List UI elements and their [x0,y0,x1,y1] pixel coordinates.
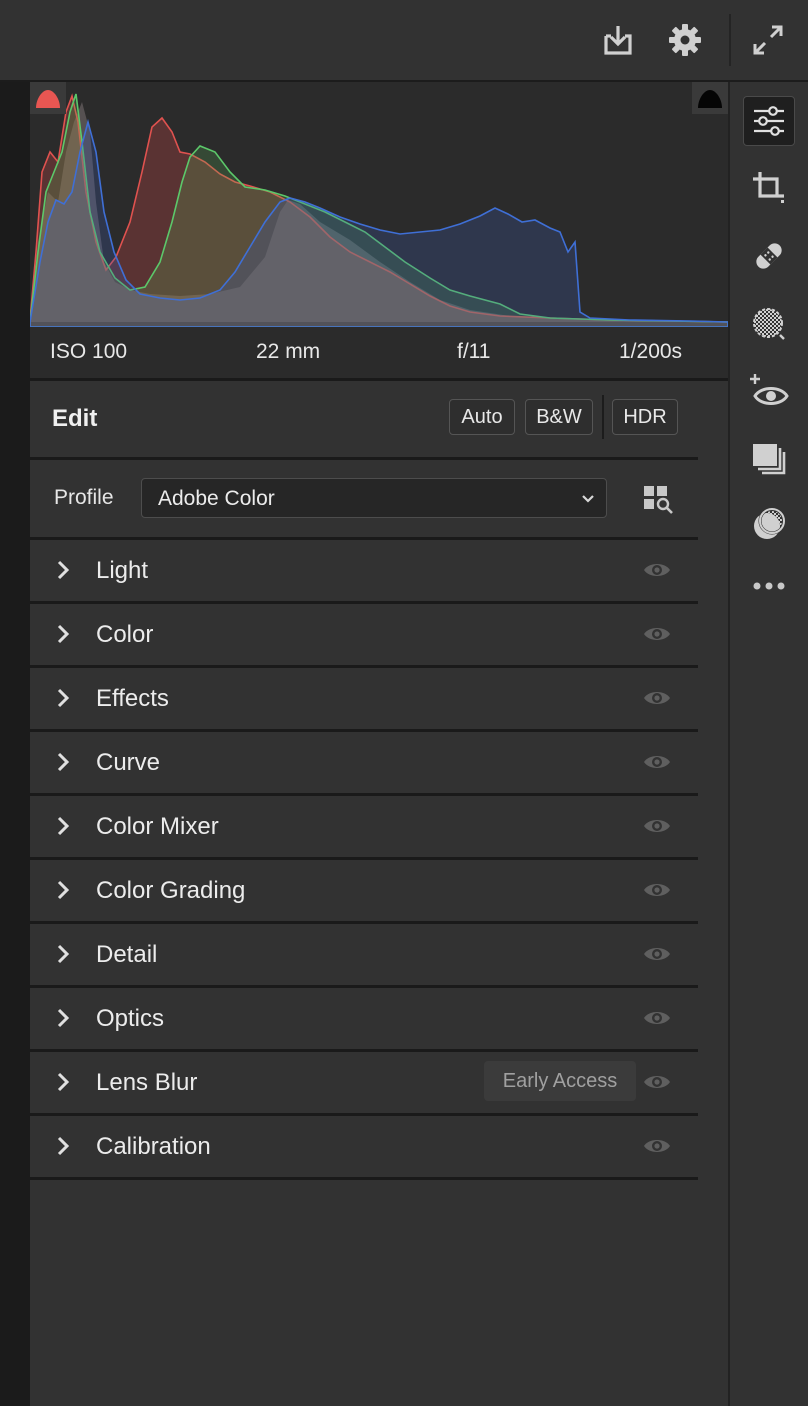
fullscreen-icon [753,25,783,55]
shadow-clipping-toggle[interactable] [30,82,66,114]
exif-info: ISO 100 22 mm f/11 1/200s [30,332,728,372]
healing-icon [756,243,782,269]
panel-color-grading[interactable]: Color Grading [30,860,698,924]
visibility-eye-icon[interactable] [642,688,672,708]
panel-color-mixer[interactable]: Color Mixer [30,796,698,860]
visibility-eye-icon[interactable] [642,1072,672,1092]
panel-title: Light [96,557,149,584]
histogram: ISO 100 22 mm f/11 1/200s [30,82,728,381]
iso-value: ISO 100 [50,340,128,363]
crop-icon [753,172,784,203]
bw-button[interactable]: B&W [525,399,593,435]
more-tools-button[interactable] [744,562,794,610]
chevron-right-icon [57,816,70,836]
presets-tool-button[interactable] [744,434,794,482]
panel-lens-blur[interactable]: Lens Blur Early Access [30,1052,698,1116]
chevron-right-icon [57,752,70,772]
panel-effects[interactable]: Effects [30,668,698,732]
profile-label: Profile [54,486,114,509]
panel-curve[interactable]: Curve [30,732,698,796]
edit-header: Edit Auto B&W HDR [30,381,698,460]
highlight-clipping-toggle[interactable] [692,82,728,114]
edit-button-divider [602,395,604,439]
aperture-value: f/11 [457,340,491,363]
fullscreen-button[interactable] [746,18,790,62]
panel-detail[interactable]: Detail [30,924,698,988]
panel-optics[interactable]: Optics [30,988,698,1052]
chevron-right-icon [57,688,70,708]
chevron-right-icon [57,944,70,964]
visibility-eye-icon[interactable] [642,1008,672,1028]
chevron-right-icon [57,624,70,644]
profile-browser-icon[interactable] [642,484,676,516]
masking-icon [753,308,785,340]
panel-title: Effects [96,685,169,712]
histogram-graph [30,93,728,327]
panel-title: Curve [96,749,161,776]
highlight-clipping-icon [698,90,722,108]
chevron-right-icon [57,1136,70,1156]
chevron-right-icon [57,560,70,580]
edit-tool-button[interactable] [743,96,795,146]
panel-color[interactable]: Color [30,604,698,668]
snapshot-icon [754,507,786,539]
panel-title: Lens Blur [96,1069,198,1096]
visibility-eye-icon[interactable] [642,752,672,772]
filmstrip-edge [0,82,30,1406]
shadow-clipping-icon [36,90,60,108]
hdr-button[interactable]: HDR [612,399,678,435]
visibility-eye-icon[interactable] [642,944,672,964]
profile-section: Profile Adobe Color [30,460,698,540]
snapshot-tool-button[interactable] [744,500,794,548]
visibility-eye-icon[interactable] [642,816,672,836]
panel-title: Color Grading [96,877,246,904]
red-eye-tool-button[interactable] [744,368,794,416]
save-button[interactable] [596,18,640,62]
masking-tool-button[interactable] [744,300,794,348]
chevron-down-icon [582,495,594,503]
healing-tool-button[interactable] [744,232,794,280]
visibility-eye-icon[interactable] [642,624,672,644]
focal-length-value: 22 mm [256,340,321,363]
profile-dropdown-value: Adobe Color [158,487,275,510]
red-eye-icon [750,374,789,405]
edit-sliders-icon [754,106,784,136]
panel-light[interactable]: Light [30,540,698,604]
auto-button[interactable]: Auto [449,399,515,435]
panel-calibration[interactable]: Calibration [30,1116,698,1180]
visibility-eye-icon[interactable] [642,1136,672,1156]
gear-icon [669,24,701,56]
chevron-right-icon [57,1008,70,1028]
panel-title: Calibration [96,1133,211,1160]
edit-title: Edit [52,405,98,432]
panel-title: Color Mixer [96,813,219,840]
top-bar [0,0,808,82]
panel-title: Detail [96,941,158,968]
more-icon [753,582,785,590]
settings-button[interactable] [663,18,707,62]
shutter-speed-value: 1/200s [619,340,683,363]
presets-icon [753,444,786,475]
chevron-right-icon [57,1072,70,1092]
panel-title: Optics [96,1005,165,1032]
save-icon [604,26,632,55]
crop-tool-button[interactable] [744,164,794,212]
visibility-eye-icon[interactable] [642,560,672,580]
chevron-right-icon [57,880,70,900]
visibility-eye-icon[interactable] [642,880,672,900]
profile-dropdown[interactable]: Adobe Color [141,478,607,518]
topbar-divider [729,14,731,66]
panel-title: Color [96,621,154,648]
tool-strip [728,82,808,1406]
early-access-badge: Early Access [484,1061,636,1101]
